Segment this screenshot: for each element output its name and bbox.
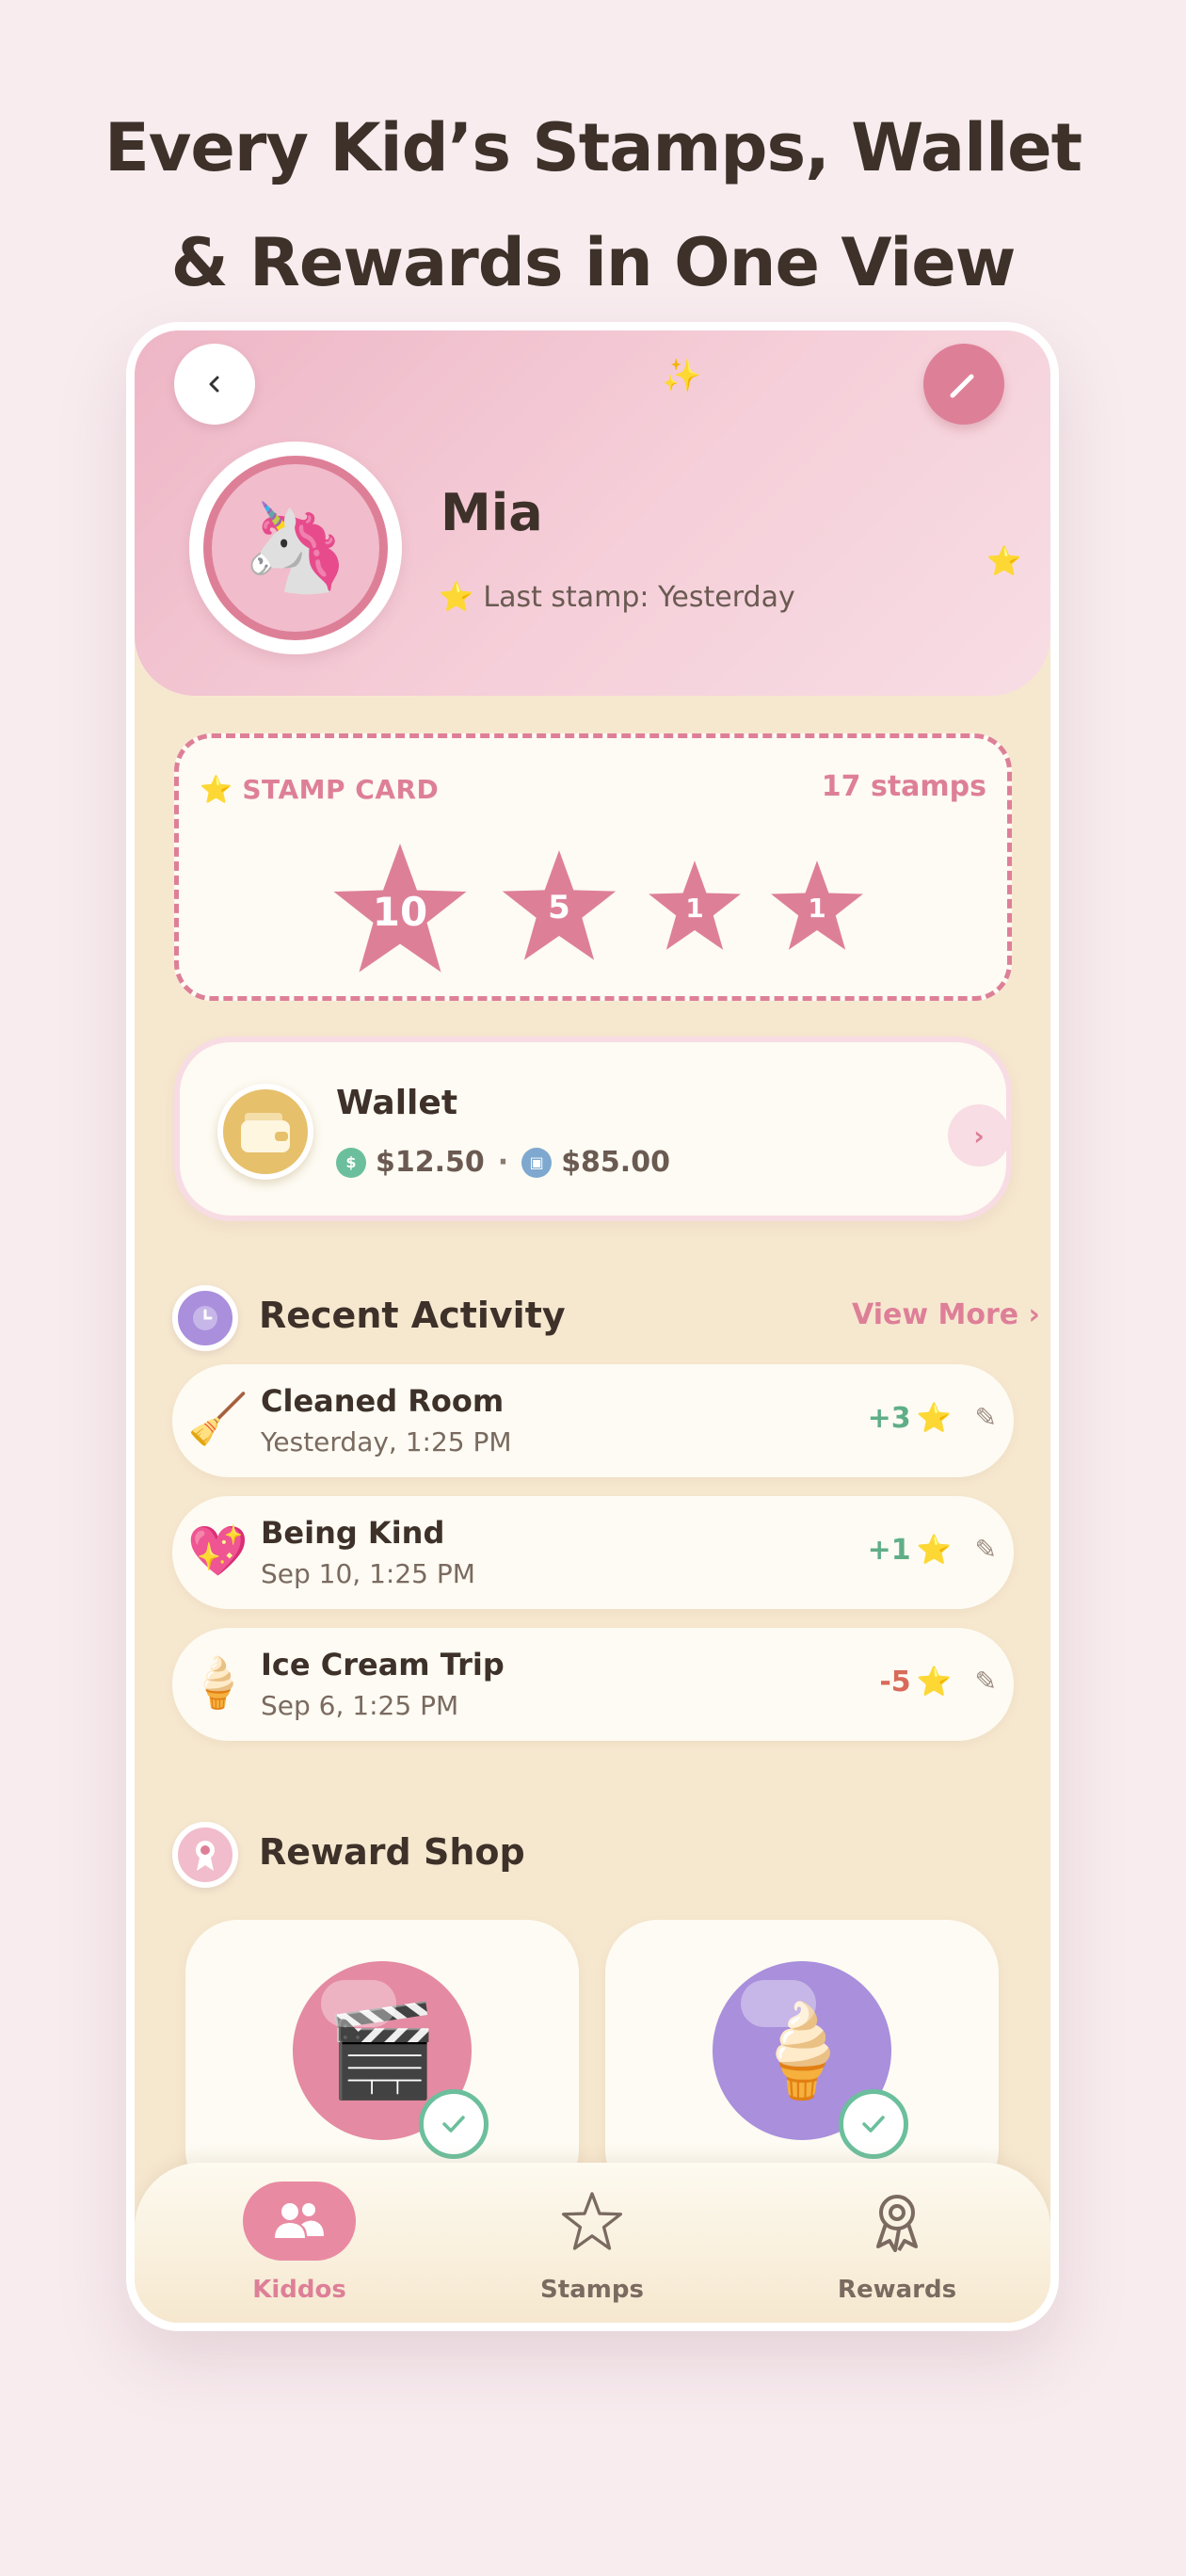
stamp-star-value: 5	[548, 889, 570, 926]
recent-activity-title: Recent Activity	[259, 1295, 566, 1336]
stamp-card-title-text: STAMP CARD	[242, 774, 440, 805]
kid-name: Mia	[441, 483, 543, 542]
stamp-card[interactable]: ⭐ STAMP CARD 17 stamps 10 5 1 1	[174, 733, 1012, 1001]
wallet-card[interactable]: Wallet $ $12.50 · ▣ $85.00 ›	[174, 1037, 1012, 1221]
stamp-star-value: 10	[372, 889, 428, 935]
activity-title: Cleaned Room	[261, 1383, 505, 1419]
activity-time: Sep 10, 1:25 PM	[261, 1558, 475, 1589]
ice-cream-icon: 🍦	[187, 1655, 248, 1712]
headline-line-1: Every Kid’s Stamps, Wallet	[104, 109, 1082, 186]
cash-icon: $	[336, 1147, 366, 1178]
reward-card[interactable]: 🎬	[185, 1920, 579, 2202]
star-icon	[536, 2182, 649, 2261]
bottom-tab-bar: Kiddos Stamps Rewards	[135, 2163, 1050, 2323]
tab-label: Stamps	[540, 2276, 644, 2304]
activity-time: Yesterday, 1:25 PM	[261, 1426, 512, 1457]
tab-label: Rewards	[837, 2276, 957, 2304]
wallet-title: Wallet	[336, 1084, 458, 1122]
star-icon: ⭐	[200, 774, 233, 805]
clock-icon	[172, 1285, 238, 1351]
activity-points-value: -5	[879, 1666, 911, 1699]
sparkle-icon: ✨	[662, 357, 702, 394]
activity-points: +3 ⭐	[868, 1402, 952, 1435]
activity-item[interactable]: 🧹 Cleaned Room Yesterday, 1:25 PM +3 ⭐ ✎	[172, 1364, 1014, 1477]
stamp-star-value: 1	[808, 893, 826, 924]
back-button[interactable]	[174, 344, 255, 425]
star-icon: ⭐	[916, 1534, 952, 1567]
reward-card[interactable]: 🍦	[605, 1920, 999, 2202]
activity-points: +1 ⭐	[868, 1534, 952, 1567]
activity-title: Being Kind	[261, 1515, 445, 1551]
activity-title: Ice Cream Trip	[261, 1647, 505, 1682]
tab-stamps[interactable]: Stamps	[498, 2182, 686, 2313]
reward-shop-title: Reward Shop	[259, 1831, 525, 1873]
activity-points-value: +3	[867, 1402, 911, 1435]
wallet-open-button[interactable]: ›	[948, 1104, 1010, 1167]
broom-icon: 🧹	[187, 1392, 248, 1448]
last-stamp-info: ⭐ Last stamp: Yesterday	[439, 581, 795, 614]
stamp-star: 1	[768, 859, 866, 953]
stamp-stars-row: 10 5 1 1	[179, 840, 1007, 981]
wallet-savings-amount: $85.00	[561, 1146, 670, 1179]
activity-time: Sep 6, 1:25 PM	[261, 1690, 459, 1721]
wallet-balances: $ $12.50 · ▣ $85.00	[336, 1146, 670, 1179]
ribbon-award-icon	[172, 1822, 238, 1888]
edit-activity-icon[interactable]: ✎	[975, 1666, 997, 1697]
avatar: 🦄	[189, 442, 402, 654]
stamp-star: 1	[646, 859, 744, 953]
activity-item[interactable]: 🍦 Ice Cream Trip Sep 6, 1:25 PM -5 ⭐ ✎	[172, 1628, 1014, 1741]
stamp-star: 5	[499, 847, 619, 964]
stamp-count: 17 stamps	[821, 770, 986, 803]
view-more-link[interactable]: View More ›	[852, 1298, 1040, 1331]
wallet-icon	[217, 1084, 313, 1180]
kids-icon	[243, 2182, 356, 2261]
wallet-cash-amount: $12.50	[376, 1146, 485, 1179]
edit-activity-icon[interactable]: ✎	[975, 1402, 997, 1433]
unicorn-avatar-icon: 🦄	[203, 456, 388, 640]
sparkling-heart-icon: 💖	[187, 1523, 248, 1580]
tab-kiddos[interactable]: Kiddos	[205, 2182, 393, 2313]
checkmark-icon	[419, 2089, 489, 2159]
stamp-card-title: ⭐ STAMP CARD	[200, 774, 439, 805]
ribbon-award-icon	[841, 2182, 954, 2261]
pencil-icon	[950, 374, 974, 398]
profile-header: ✨ ⭐ 🦄 Mia ⭐ Last stamp: Yesterday	[135, 330, 1050, 696]
stamp-star: 10	[329, 840, 471, 977]
activity-item[interactable]: 💖 Being Kind Sep 10, 1:25 PM +1 ⭐ ✎	[172, 1496, 1014, 1609]
activity-points: -5 ⭐	[879, 1666, 952, 1699]
phone-frame: ✨ ⭐ 🦄 Mia ⭐ Last stamp: Yesterday ⭐ STAMP …	[126, 322, 1059, 2331]
star-icon: ⭐	[916, 1402, 952, 1435]
tab-rewards[interactable]: Rewards	[803, 2182, 991, 2313]
star-icon: ⭐	[916, 1666, 952, 1699]
edit-activity-icon[interactable]: ✎	[975, 1534, 997, 1565]
wallet-separator: ·	[497, 1146, 509, 1179]
headline-line-2: & Rewards in One View	[170, 224, 1017, 301]
stamp-star-value: 1	[685, 893, 704, 924]
gloss-highlight	[321, 1980, 396, 2027]
page-headline: Every Kid’s Stamps, Wallet & Rewards in …	[0, 90, 1186, 320]
savings-icon: ▣	[521, 1147, 553, 1178]
chevron-left-icon	[209, 376, 219, 393]
checkmark-icon	[839, 2089, 908, 2159]
star-decoration-icon: ⭐	[986, 545, 1022, 578]
tab-label: Kiddos	[252, 2276, 346, 2304]
gloss-highlight	[741, 1980, 816, 2027]
star-icon: ⭐	[439, 581, 474, 614]
edit-profile-button[interactable]	[923, 344, 1004, 425]
activity-points-value: +1	[867, 1534, 911, 1567]
last-stamp-text: Last stamp: Yesterday	[483, 581, 795, 614]
